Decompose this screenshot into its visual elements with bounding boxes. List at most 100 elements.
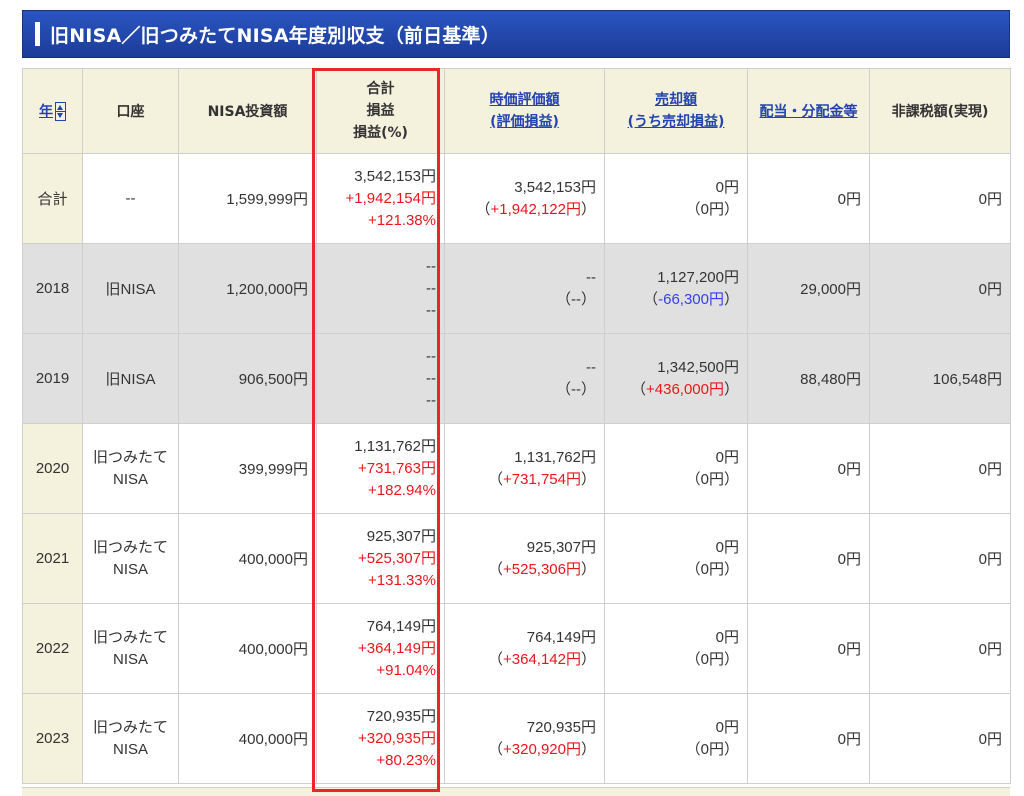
dividend-cell: 0円 (747, 153, 870, 244)
sale-cell: 1,127,200円 （-66,300円） (604, 243, 748, 334)
total-cell: 925,307円 +525,307円 +131.33% (316, 513, 445, 604)
year-cell: 合計 (22, 153, 83, 244)
total-pl: -- (426, 279, 436, 297)
account-line2: NISA (112, 560, 148, 578)
sort-year-link[interactable]: 年 (39, 104, 53, 120)
account-cell: 旧つみたて NISA (82, 603, 179, 694)
sale-value: 1,342,500円 (657, 358, 739, 376)
header-year[interactable]: 年 (22, 68, 83, 154)
total-cell: 720,935円 +320,935円 +80.23% (316, 693, 445, 784)
sale-value: 0円 (715, 628, 739, 646)
year-cell: 2018 (22, 243, 83, 334)
market-pl: +1,942,122円 (490, 200, 581, 218)
dividend-cell: 0円 (747, 693, 870, 784)
total-pct: +121.38% (368, 211, 436, 229)
account-line1: 旧つみたて (92, 718, 168, 736)
taxfree-cell: 0円 (869, 603, 1011, 694)
account-line2: NISA (112, 650, 148, 668)
account-cell: 旧NISA (82, 243, 179, 334)
invest-cell: 400,000円 (178, 513, 317, 604)
sort-toggle-icon[interactable] (55, 102, 66, 122)
account-line1: 旧つみたて (92, 628, 168, 646)
sale-value: 0円 (715, 538, 739, 556)
sale-value: 0円 (715, 448, 739, 466)
year-cell: 2023 (22, 693, 83, 784)
total-value: 925,307円 (366, 527, 436, 545)
sale-pl: 0円 (700, 470, 724, 488)
market-pl: +731,754円 (503, 470, 581, 488)
total-cell: 3,542,153円 +1,942,154円 +121.38% (316, 153, 445, 244)
sale-pl: 0円 (700, 650, 724, 668)
market-value: 764,149円 (526, 628, 596, 646)
sale-cell: 0円 （0円） (604, 603, 748, 694)
table-row-2022: 2022 旧つみたて NISA 400,000円 764,149円 +364,1… (22, 603, 1011, 694)
sale-pl-link[interactable]: (うち売却損益) (609, 111, 743, 133)
market-cell: -- （--） (444, 333, 605, 424)
market-value: -- (586, 268, 596, 286)
total-cell: -- -- -- (316, 243, 445, 334)
market-pl-link[interactable]: (評価損益) (449, 111, 600, 133)
header-pl-label: 損益 (366, 103, 395, 119)
header-dividend[interactable]: 配当・分配金等 (747, 68, 870, 154)
total-pl: -- (426, 369, 436, 387)
total-value: 720,935円 (366, 707, 436, 725)
sale-amount-link[interactable]: 売却額 (609, 89, 743, 111)
sale-value: 1,127,200円 (657, 268, 739, 286)
total-pct: +182.94% (368, 481, 436, 499)
table-row-total: 合計 -- 1,599,999円 3,542,153円 +1,942,154円 … (22, 153, 1011, 244)
sale-pl: 0円 (700, 200, 724, 218)
invest-cell: 400,000円 (178, 603, 317, 694)
year-cell: 2020 (22, 423, 83, 514)
invest-cell: 400,000円 (178, 693, 317, 784)
total-pl: +320,935円 (358, 729, 436, 747)
total-pct: +131.33% (368, 571, 436, 589)
invest-cell: 906,500円 (178, 333, 317, 424)
market-cell: 764,149円 （+364,142円） (444, 603, 605, 694)
market-value: 3,542,153円 (514, 178, 596, 196)
account-cell: 旧つみたて NISA (82, 693, 179, 784)
market-pl: -- (570, 290, 581, 308)
market-pl: -- (570, 380, 581, 398)
header-taxfree: 非課税額(実現) (869, 68, 1011, 154)
table-row-2021: 2021 旧つみたて NISA 400,000円 925,307円 +525,3… (22, 513, 1011, 604)
total-pl: +1,942,154円 (345, 189, 437, 207)
title-marker (35, 22, 40, 46)
dividend-cell: 0円 (747, 423, 870, 514)
total-value: 1,131,762円 (354, 437, 436, 455)
market-cell: 720,935円 （+320,920円） (444, 693, 605, 784)
total-pl: +731,763円 (358, 459, 436, 477)
header-sale[interactable]: 売却額 (うち売却損益) (604, 68, 748, 154)
dividend-link[interactable]: 配当・分配金等 (760, 104, 858, 120)
account-line2: NISA (112, 740, 148, 758)
year-cell: 2021 (22, 513, 83, 604)
header-market-value[interactable]: 時価評価額 (評価損益) (444, 68, 605, 154)
invest-cell: 399,999円 (178, 423, 317, 514)
total-value: -- (426, 257, 436, 275)
taxfree-cell: 0円 (869, 513, 1011, 604)
sale-pl: -66,300円 (658, 290, 724, 308)
total-value: 764,149円 (366, 617, 436, 635)
market-pl: +525,306円 (503, 560, 581, 578)
total-value: 3,542,153円 (354, 167, 436, 185)
market-cell: 1,131,762円 （+731,754円） (444, 423, 605, 514)
market-value: 1,131,762円 (514, 448, 596, 466)
section-title-bar: 旧NISA／旧つみたてNISA年度別収支（前日基準） (22, 10, 1010, 58)
total-pl: +364,149円 (358, 639, 436, 657)
total-pct: +80.23% (376, 751, 436, 769)
total-cell: -- -- -- (316, 333, 445, 424)
taxfree-cell: 106,548円 (869, 333, 1011, 424)
account-line2: NISA (112, 470, 148, 488)
total-pl: +525,307円 (358, 549, 436, 567)
invest-cell: 1,599,999円 (178, 153, 317, 244)
account-cell: -- (82, 153, 179, 244)
market-value-link[interactable]: 時価評価額 (449, 89, 600, 111)
sale-cell: 1,342,500円 （+436,000円） (604, 333, 748, 424)
account-cell: 旧つみたて NISA (82, 423, 179, 514)
sale-pl: 0円 (700, 560, 724, 578)
sale-value: 0円 (715, 718, 739, 736)
header-total: 合計 損益 損益(%) (316, 68, 445, 154)
total-pct: +91.04% (376, 661, 436, 679)
total-pct: -- (426, 391, 436, 409)
sale-pl: +436,000円 (646, 380, 724, 398)
market-value: 720,935円 (526, 718, 596, 736)
